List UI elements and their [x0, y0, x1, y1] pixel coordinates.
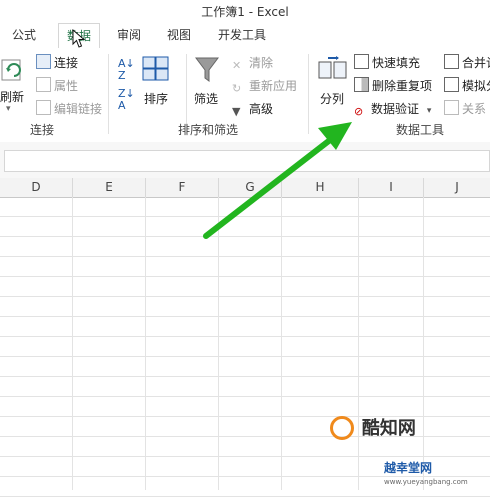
green-arrow-icon [203, 122, 352, 239]
